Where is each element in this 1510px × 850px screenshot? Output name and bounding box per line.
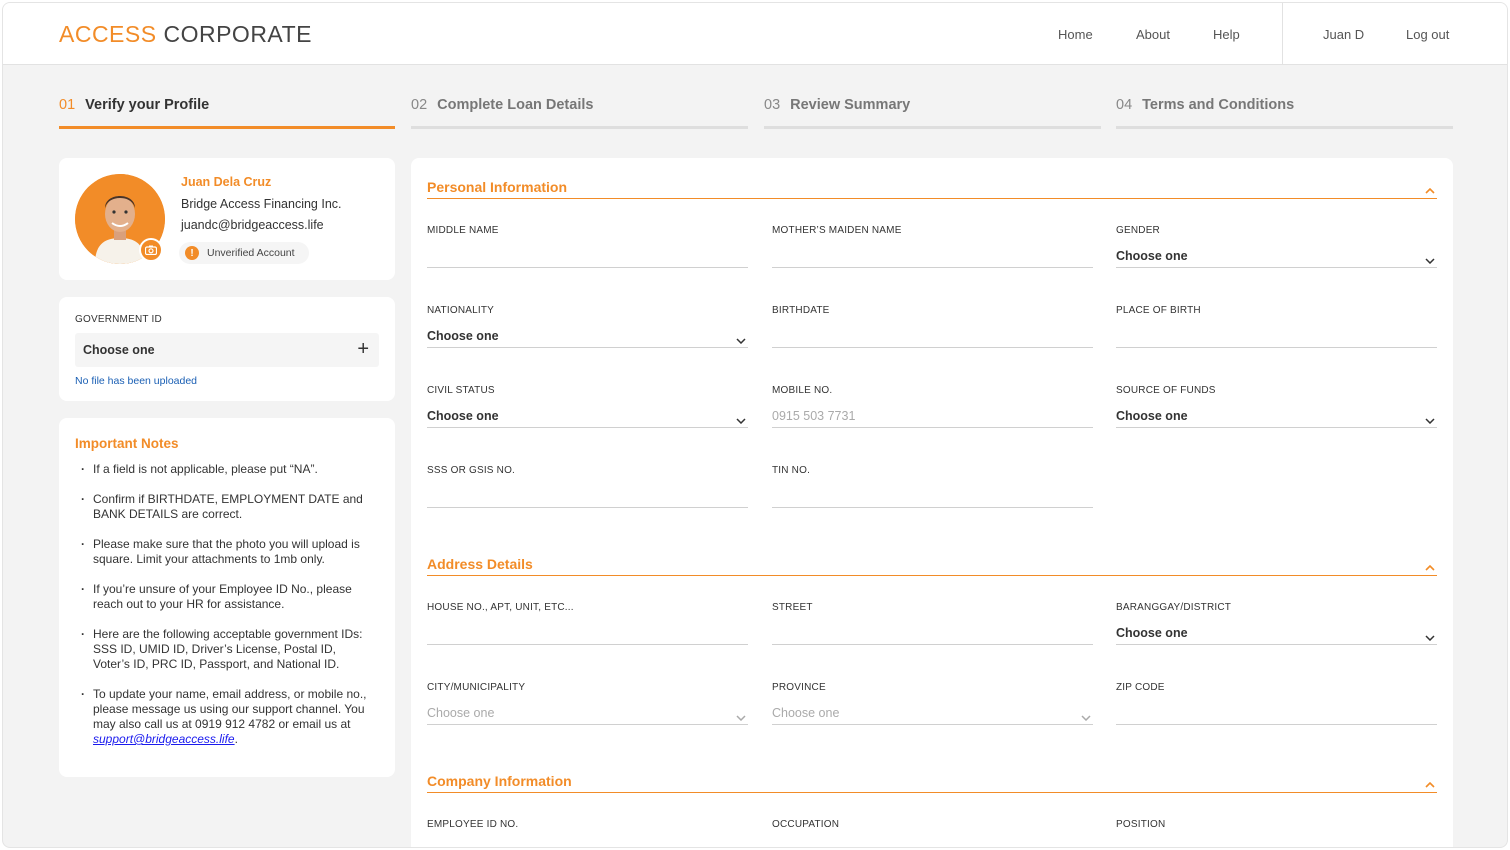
place-of-birth-field[interactable]: PLACE OF BIRTH	[1116, 305, 1437, 365]
brand-logo[interactable]: ACCESS CORPORATE	[59, 21, 312, 48]
support-email-link[interactable]: support@bridgeaccess.life	[93, 732, 235, 746]
step-verify-profile[interactable]: 01 Verify your Profile	[59, 97, 395, 129]
employee-id-field[interactable]: EMPLOYEE ID NO.	[427, 819, 748, 847]
chevron-up-icon[interactable]	[1425, 558, 1435, 576]
profile-card: Juan Dela Cruz Bridge Access Financing I…	[59, 158, 395, 280]
zip-code-field[interactable]: ZIP CODE	[1116, 682, 1437, 742]
step-progress-bar	[1116, 126, 1453, 129]
nav-home-link[interactable]: Home	[1058, 27, 1093, 42]
note-item: Confirm if BIRTHDATE, EMPLOYMENT DATE an…	[75, 492, 371, 522]
nav-divider	[1282, 3, 1283, 65]
chevron-up-icon[interactable]	[1425, 181, 1435, 199]
nationality-select[interactable]: NATIONALITY Choose one	[427, 305, 748, 365]
section-company-information[interactable]: Company Information	[427, 765, 1437, 793]
notes-list: If a field is not applicable, please put…	[75, 462, 371, 762]
profile-company: Bridge Access Financing Inc.	[181, 197, 342, 211]
note-item: To update your name, email address, or m…	[75, 687, 371, 747]
top-navigation-bar: ACCESS CORPORATE Home About Help Juan D …	[3, 3, 1507, 65]
nav-about-link[interactable]: About	[1136, 27, 1170, 42]
profile-name: Juan Dela Cruz	[181, 175, 272, 189]
government-id-label: GOVERNMENT ID	[75, 314, 162, 325]
middle-name-field[interactable]: MIDDLE NAME	[427, 225, 748, 285]
section-address-details[interactable]: Address Details	[427, 548, 1437, 576]
barangay-select[interactable]: BARANGGAY/DISTRICT Choose one	[1116, 602, 1437, 662]
step-progress-bar	[59, 126, 395, 129]
camera-icon[interactable]	[139, 238, 163, 262]
mobile-number-field[interactable]: MOBILE NO. 0915 503 7731	[772, 385, 1093, 445]
gender-select[interactable]: GENDER Choose one	[1116, 225, 1437, 285]
step-progress-bar	[411, 126, 748, 129]
profile-email: juandc@bridgeaccess.life	[181, 218, 324, 232]
logout-link[interactable]: Log out	[1406, 27, 1449, 42]
step-terms-conditions[interactable]: 04 Terms and Conditions	[1116, 97, 1453, 129]
civil-status-select[interactable]: CIVIL STATUS Choose one	[427, 385, 748, 445]
birthdate-field[interactable]: BIRTHDATE	[772, 305, 1093, 365]
tin-number-field[interactable]: TIN NO.	[772, 465, 1093, 525]
government-id-card: GOVERNMENT ID Choose one + No file has b…	[59, 297, 395, 401]
nav-help-link[interactable]: Help	[1213, 27, 1240, 42]
app-window: ACCESS CORPORATE Home About Help Juan D …	[2, 2, 1508, 848]
occupation-field[interactable]: OCCUPATION	[772, 819, 1093, 847]
note-item: Here are the following acceptable govern…	[75, 627, 371, 672]
street-field[interactable]: STREET	[772, 602, 1093, 662]
position-field[interactable]: POSITION	[1116, 819, 1437, 847]
note-item: If a field is not applicable, please put…	[75, 462, 371, 477]
note-item: Please make sure that the photo you will…	[75, 537, 371, 567]
source-of-funds-select[interactable]: SOURCE OF FUNDS Choose one	[1116, 385, 1437, 445]
step-review-summary[interactable]: 03 Review Summary	[764, 97, 1101, 129]
status-badge: ! Unverified Account	[179, 242, 309, 264]
notes-title: Important Notes	[75, 436, 179, 451]
mothers-maiden-name-field[interactable]: MOTHER’S MAIDEN NAME	[772, 225, 1093, 285]
city-municipality-select[interactable]: CITY/MUNICIPALITY Choose one	[427, 682, 748, 742]
warning-icon: !	[185, 246, 199, 260]
province-select[interactable]: PROVINCE Choose one	[772, 682, 1093, 742]
plus-icon[interactable]: +	[357, 338, 369, 361]
important-notes-card: Important Notes If a field is not applic…	[59, 418, 395, 777]
step-loan-details[interactable]: 02 Complete Loan Details	[411, 97, 748, 129]
step-progress-bar	[764, 126, 1101, 129]
user-menu[interactable]: Juan D	[1323, 27, 1364, 42]
upload-status: No file has been uploaded	[75, 375, 198, 387]
section-personal-information[interactable]: Personal Information	[427, 171, 1437, 199]
note-item: If you’re unsure of your Employee ID No.…	[75, 582, 371, 612]
house-number-field[interactable]: HOUSE NO., APT, UNIT, ETC...	[427, 602, 748, 662]
sss-gsis-number-field[interactable]: SSS OR GSIS NO.	[427, 465, 748, 525]
government-id-select[interactable]: Choose one +	[75, 333, 379, 367]
chevron-up-icon[interactable]	[1425, 775, 1435, 793]
profile-form-card: Personal Information MIDDLE NAME MOTHER’…	[411, 158, 1453, 847]
